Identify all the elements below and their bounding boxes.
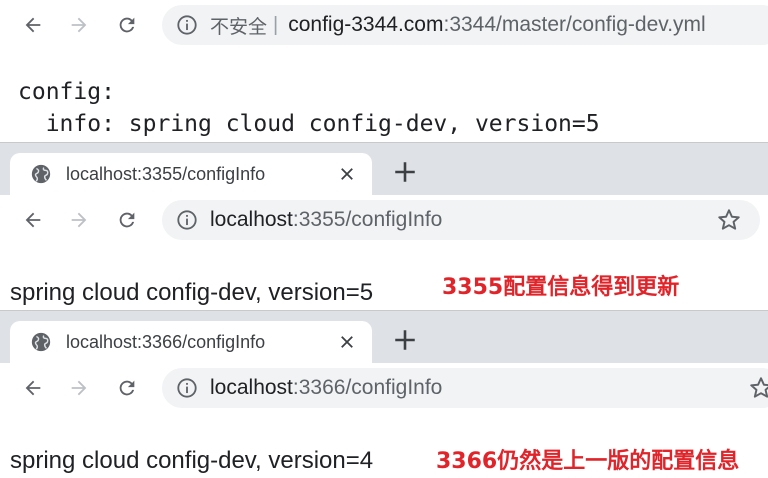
toolbar: 不安全 | config-3344.com:3344/master/config…: [0, 0, 768, 52]
yaml-line: config:: [18, 79, 115, 105]
response-text: spring cloud config-dev, version=5: [10, 279, 374, 306]
address-bar[interactable]: localhost:3355/configInfo: [162, 200, 760, 240]
globe-icon: [31, 164, 51, 184]
globe-icon: [31, 332, 51, 352]
tab-title: localhost:3355/configInfo: [66, 163, 266, 184]
url-host: config-3344.com: [288, 13, 444, 36]
reload-button[interactable]: [112, 373, 142, 403]
tab-3366[interactable]: localhost:3366/configInfo: [10, 321, 372, 363]
yaml-line: info: spring cloud config-dev, version=5: [18, 111, 600, 137]
info-icon[interactable]: [176, 209, 198, 231]
client-3355-window: localhost:3355/configInfo localhost:3355…: [0, 142, 768, 311]
annotation-label: 3366仍然是上一版的配置信息: [436, 449, 740, 474]
forward-arrow-icon: [71, 212, 87, 228]
url-separator: |: [273, 13, 279, 36]
reload-icon: [119, 17, 135, 33]
reload-button[interactable]: [112, 10, 142, 40]
url-path: :3344/master/config-dev.yml: [443, 13, 706, 36]
tab-3355[interactable]: localhost:3355/configInfo: [10, 153, 372, 195]
star-icon[interactable]: [716, 207, 742, 233]
tab-strip: localhost:3355/configInfo: [0, 143, 768, 195]
tab-title: localhost:3366/configInfo: [66, 331, 266, 352]
reload-icon: [119, 212, 135, 228]
plus-icon[interactable]: [392, 159, 418, 185]
forward-arrow-icon: [71, 17, 87, 33]
client-3366-window: localhost:3366/configInfo localhost:3366…: [0, 310, 768, 478]
info-icon[interactable]: [176, 14, 198, 36]
response-text: spring cloud config-dev, version=4: [10, 447, 374, 474]
forward-button[interactable]: [64, 373, 94, 403]
yaml-content: config: info: spring cloud config-dev, v…: [18, 76, 600, 140]
url-host: localhost: [210, 208, 293, 231]
toolbar: localhost:3355/configInfo: [0, 195, 768, 247]
info-icon[interactable]: [176, 377, 198, 399]
back-button[interactable]: [18, 10, 48, 40]
url-path: :3355/configInfo: [292, 208, 443, 231]
close-icon[interactable]: [338, 165, 356, 183]
address-bar[interactable]: 不安全 | config-3344.com:3344/master/config…: [162, 5, 768, 45]
forward-button[interactable]: [64, 10, 94, 40]
forward-arrow-icon: [71, 380, 87, 396]
tab-strip: localhost:3366/configInfo: [0, 311, 768, 363]
back-arrow-icon: [25, 380, 41, 396]
back-arrow-icon: [25, 17, 41, 33]
back-arrow-icon: [25, 212, 41, 228]
reload-icon: [119, 380, 135, 396]
forward-button[interactable]: [64, 205, 94, 235]
close-icon[interactable]: [338, 333, 356, 351]
toolbar: localhost:3366/configInfo: [0, 363, 768, 415]
url-path: :3366/configInfo: [292, 376, 443, 399]
config-server-window: 不安全 | config-3344.com:3344/master/config…: [0, 0, 768, 142]
back-button[interactable]: [18, 373, 48, 403]
plus-icon[interactable]: [392, 327, 418, 353]
address-bar[interactable]: localhost:3366/configInfo: [162, 368, 768, 408]
annotation-label: 3355配置信息得到更新: [442, 275, 680, 300]
security-status: 不安全: [210, 16, 268, 38]
url-host: localhost: [210, 376, 293, 399]
reload-button[interactable]: [112, 205, 142, 235]
star-icon[interactable]: [748, 375, 768, 401]
back-button[interactable]: [18, 205, 48, 235]
